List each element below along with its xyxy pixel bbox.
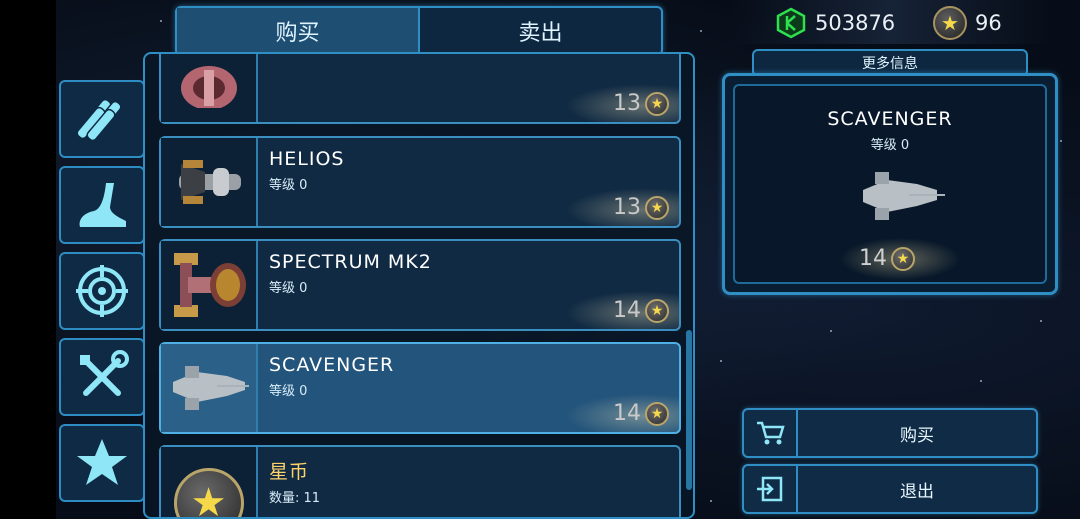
tab-sell[interactable]: 卖出: [420, 8, 661, 54]
detail-price-value: 14: [859, 246, 887, 271]
tab-sell-label: 卖出: [518, 21, 563, 46]
item-price-value: 14: [613, 401, 641, 426]
stars-value: 96: [975, 11, 1002, 35]
tools-icon: [80, 350, 129, 396]
screen-edge: [0, 0, 56, 519]
boot-icon: [79, 183, 126, 227]
star-coin-icon: ★: [645, 195, 669, 220]
ship-image: [172, 366, 249, 410]
ship-image: [173, 253, 246, 317]
ship-thumbnail: [161, 344, 258, 432]
star-coin-icon: ★: [645, 298, 669, 323]
item-level: 等级 0: [269, 178, 308, 193]
detail-ship-name: SCAVENGER: [827, 108, 953, 130]
ship-detail-inner: SCAVENGER 等级 0 14 ★: [733, 84, 1047, 284]
category-boots[interactable]: [59, 166, 145, 244]
target-icon: [76, 265, 128, 317]
item-name: SPECTRUM MK2: [269, 251, 432, 273]
item-level: 等级 0: [269, 281, 308, 296]
list-scrollbar[interactable]: [686, 330, 692, 490]
ship-list[interactable]: 13 ★ HELIOS 等级 0 13 ★ SPECTRUM MK2 等级 0 …: [143, 52, 695, 519]
exit-icon: [744, 466, 798, 512]
buy-button[interactable]: 购买: [742, 408, 1038, 458]
item-price-value: 13: [613, 91, 641, 116]
item-name: 星币: [269, 461, 310, 483]
exit-button-label: 退出: [900, 481, 934, 502]
more-info-label: 更多信息: [862, 56, 918, 72]
tab-buy[interactable]: 购买: [177, 8, 420, 54]
item-price: 14 ★: [613, 298, 669, 323]
star-coin-icon: ★: [645, 401, 669, 426]
ship-image: [180, 66, 237, 108]
detail-ship-level: 等级 0: [870, 138, 910, 153]
list-item[interactable]: HELIOS 等级 0 13 ★: [159, 136, 681, 228]
item-price: 13 ★: [613, 195, 669, 220]
exit-button[interactable]: 退出: [742, 464, 1038, 514]
item-level: 等级 0: [269, 384, 308, 399]
item-price-value: 13: [613, 195, 641, 220]
star-currency-icon: ★: [933, 6, 967, 40]
star-icon: [77, 439, 127, 485]
item-quantity: 数量: 11: [269, 491, 321, 506]
detail-price: 14 ★: [859, 246, 915, 271]
ship-detail-panel: SCAVENGER 等级 0 14 ★: [722, 73, 1058, 295]
star-coin-icon: ★: [173, 468, 244, 517]
star-coin-icon: ★: [891, 246, 915, 271]
tab-buy-label: 购买: [275, 21, 320, 46]
item-thumbnail: ★: [161, 447, 258, 517]
detail-ship-image: [863, 172, 945, 220]
ship-thumbnail: [161, 241, 258, 329]
category-targeting[interactable]: [59, 252, 145, 330]
cart-icon: [744, 410, 798, 456]
list-item[interactable]: SPECTRUM MK2 等级 0 14 ★: [159, 239, 681, 331]
item-price-value: 14: [613, 298, 641, 323]
credits-icon: [776, 7, 806, 39]
buy-button-label: 购买: [900, 425, 934, 446]
list-item[interactable]: 13 ★: [159, 54, 681, 124]
category-tools[interactable]: [59, 338, 145, 416]
star-coin-icon: ★: [645, 91, 669, 116]
category-favorites[interactable]: [59, 424, 145, 502]
list-item[interactable]: ★ 星币 数量: 11: [159, 445, 681, 517]
item-name: SCAVENGER: [269, 354, 395, 376]
ship-image: [178, 160, 241, 204]
credits-value: 503876: [815, 11, 896, 35]
item-price: 14 ★: [613, 401, 669, 426]
item-price: 13 ★: [613, 91, 669, 116]
list-item-selected[interactable]: SCAVENGER 等级 0 14 ★: [159, 342, 681, 434]
buy-sell-tabs: 购买 卖出: [175, 6, 663, 56]
item-name: HELIOS: [269, 148, 345, 170]
pipes-icon: [76, 98, 122, 142]
stars-display: ★ 96: [933, 4, 1002, 42]
category-pipes[interactable]: [59, 80, 145, 158]
ship-thumbnail: [161, 138, 258, 226]
credits-display: 503876: [775, 4, 895, 42]
ship-thumbnail: [161, 54, 258, 122]
